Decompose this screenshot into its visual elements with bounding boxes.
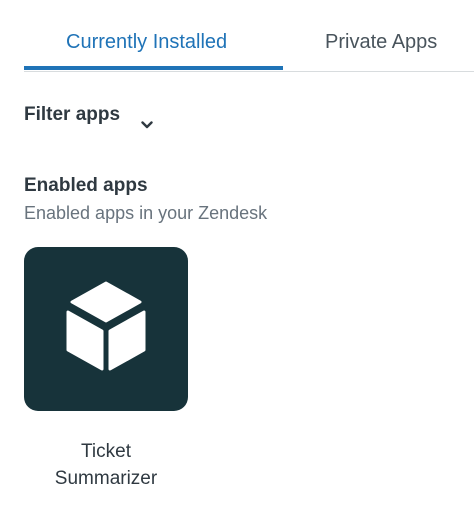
app-name-line1: Ticket bbox=[81, 441, 131, 462]
filter-apps-label: Filter apps bbox=[24, 104, 121, 125]
section-subtitle: Enabled apps in your Zendesk bbox=[24, 203, 268, 223]
section-title: Enabled apps bbox=[24, 175, 148, 196]
active-tab-indicator bbox=[24, 66, 283, 70]
chevron-down-icon bbox=[141, 121, 153, 129]
app-card-ticket-summarizer[interactable]: Ticket Summarizer bbox=[24, 247, 188, 497]
app-name[interactable]: Ticket Summarizer bbox=[14, 438, 198, 492]
tab-bar: Currently Installed Private Apps bbox=[24, 0, 474, 72]
filter-apps-toggle[interactable]: Filter apps bbox=[24, 103, 204, 137]
app-tile[interactable] bbox=[24, 247, 188, 411]
tab-private-apps[interactable]: Private Apps bbox=[325, 29, 437, 55]
app-name-line2: Summarizer bbox=[54, 468, 158, 489]
tab-currently-installed[interactable]: Currently Installed bbox=[66, 29, 227, 55]
cube-icon bbox=[66, 281, 146, 371]
